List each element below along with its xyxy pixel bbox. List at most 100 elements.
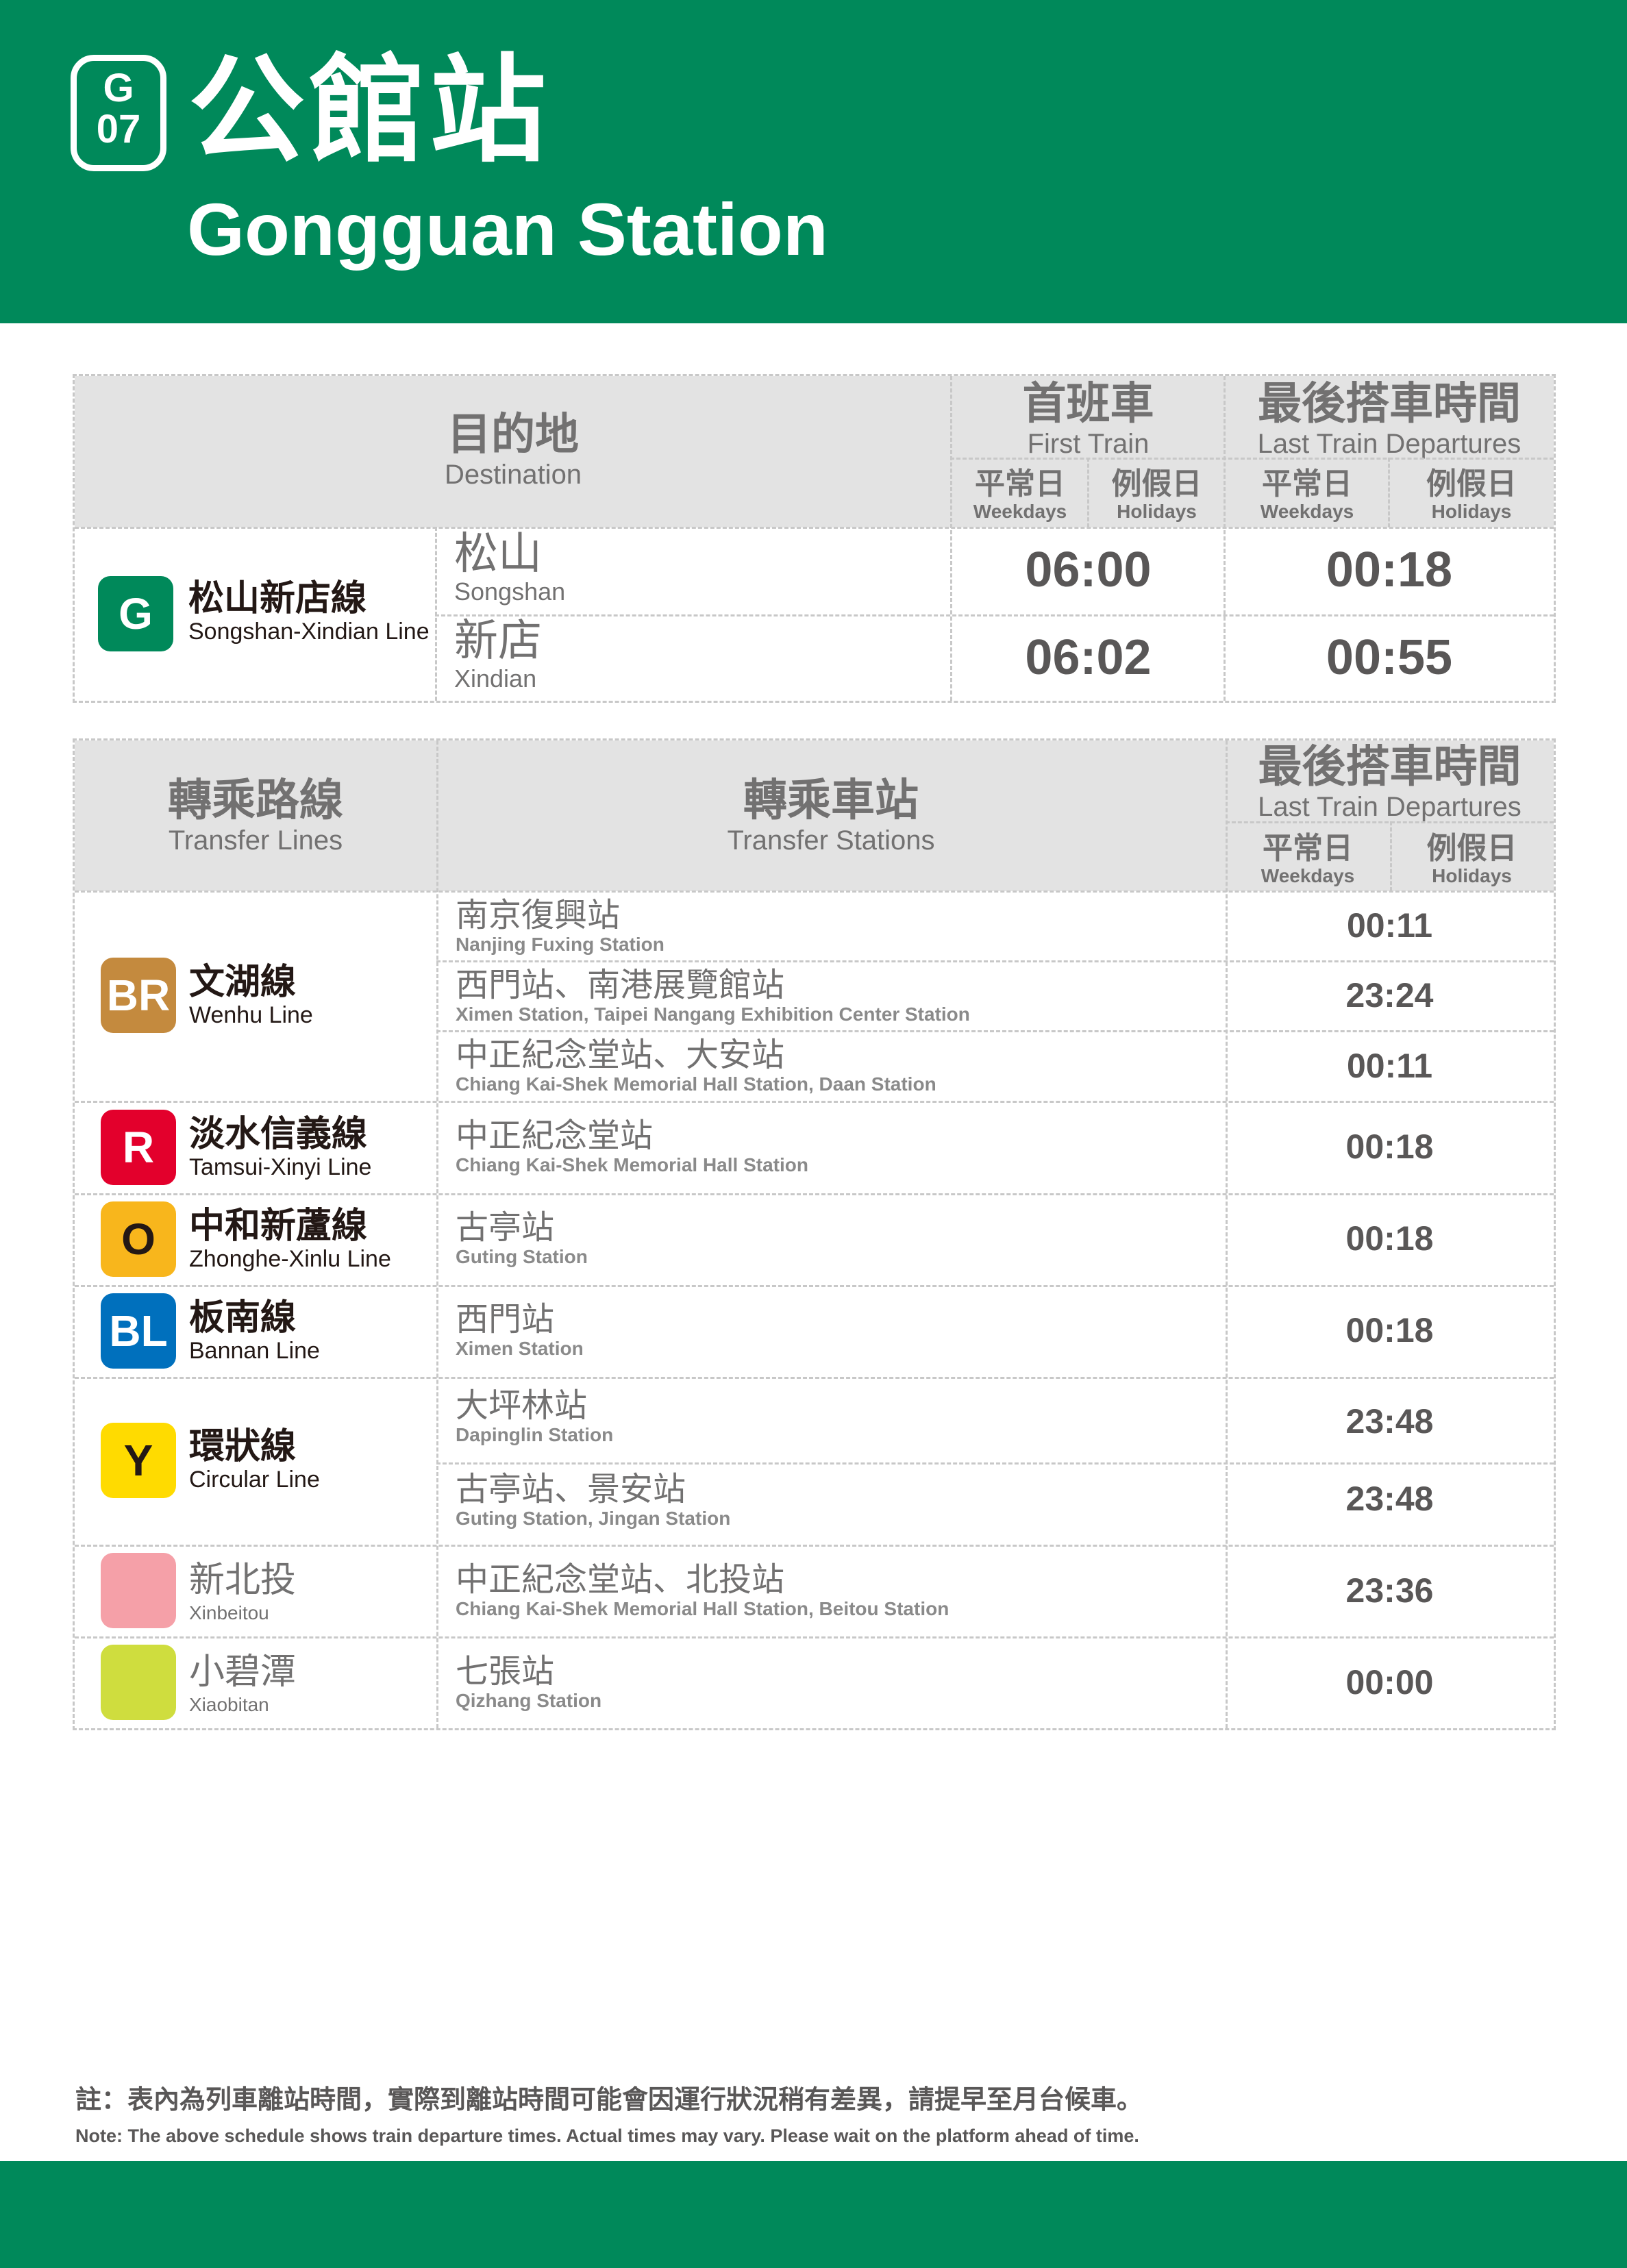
grid-line	[435, 614, 1554, 616]
last-holidays-en: Holidays	[1431, 501, 1512, 522]
transfer-holidays-zh: 例假日	[1426, 831, 1517, 866]
transfer-station-en: Nanjing Fuxing Station	[456, 934, 665, 955]
transfer-last-time: 00:18	[1345, 1311, 1434, 1349]
transfer-holidays-header: 例假日 Holidays	[1390, 832, 1554, 886]
transfer-station-en: Ximen Station, Taipei Nangang Exhibition…	[456, 1004, 970, 1025]
first-weekdays-header: 平常日 Weekdays	[952, 467, 1089, 522]
grid-line	[436, 960, 1554, 962]
transfer-station-zh: 中正紀念堂站、大安站	[456, 1036, 785, 1074]
transfer-lines-header: 轉乘路線 Transfer Lines	[75, 776, 436, 856]
transfer-station-zh: 中正紀念堂站、北投站	[456, 1560, 785, 1599]
grid-line	[75, 1545, 1554, 1547]
last-train-header-zh: 最後搭車時間	[1258, 379, 1521, 429]
last-weekdays-zh: 平常日	[1262, 466, 1352, 501]
transfer-last-time: 23:48	[1345, 1402, 1434, 1441]
grid-line	[436, 1462, 1554, 1465]
transfer-weekdays-zh: 平常日	[1263, 831, 1353, 866]
grid-line	[75, 890, 1554, 893]
transfer-station-en: Guting Station	[456, 1246, 588, 1267]
transfer-station-row: 南京復興站 Nanjing Fuxing Station	[456, 897, 665, 956]
transfer-station-en: Chiang Kai-Shek Memorial Hall Station, D…	[456, 1073, 936, 1095]
transfer-last-train-header: 最後搭車時間 Last Train Departures	[1226, 743, 1554, 822]
transfer-station-en: Chiang Kai-Shek Memorial Hall Station, B…	[456, 1598, 949, 1619]
station-code-badge: G 07	[71, 55, 166, 171]
line-name-zh: 中和新蘆線	[189, 1206, 368, 1247]
xiaobitan-line-name: 小碧潭 Xiaobitan	[189, 1652, 296, 1718]
last-holidays-zh: 例假日	[1426, 466, 1517, 501]
first-holidays-header: 例假日 Holidays	[1089, 467, 1225, 522]
circular-line-name: 環狀線 Circular Line	[189, 1427, 320, 1493]
transfer-station-zh: 古亭站、景安站	[456, 1470, 686, 1508]
transfer-station-row: 古亭站、景安站 Guting Station, Jingan Station	[456, 1471, 730, 1530]
transfer-last-time: 00:18	[1345, 1219, 1434, 1258]
transfer-stations-header-zh: 轉乘車站	[743, 775, 919, 826]
last-train-header-en: Last Train Departures	[1257, 429, 1522, 459]
first-train-header-zh: 首班車	[1022, 379, 1154, 429]
first-last-train-table: 目的地 Destination 首班車 First Train 最後搭車時間 L…	[73, 374, 1556, 703]
line-name-en: Xiaobitan	[189, 1694, 269, 1715]
transfer-lines-header-en: Transfer Lines	[168, 825, 343, 856]
transfer-weekdays-header: 平常日 Weekdays	[1226, 832, 1390, 886]
grid-line	[950, 458, 1554, 460]
line-name-zh: 板南線	[189, 1297, 297, 1338]
line-name-zh: 環狀線	[189, 1426, 297, 1467]
line-name-en: Circular Line	[189, 1467, 320, 1493]
schedule-note-zh: 註：表內為列車離站時間，實際到離站時間可能會因運行狀況稍有差異，請提早至月台候車…	[75, 2084, 1143, 2115]
transfer-station-zh: 大坪林站	[456, 1386, 588, 1425]
transfer-last-time: 00:00	[1345, 1663, 1434, 1702]
transfer-station-en: Guting Station, Jingan Station	[456, 1508, 731, 1529]
destination-en: Xindian	[454, 664, 537, 693]
transfer-station-zh: 西門站、南港展覽館站	[456, 966, 785, 1004]
last-train-time-1: 00:18	[1326, 543, 1453, 597]
tamsui-xinyi-line-name: 淡水信義線 Tamsui-Xinyi Line	[189, 1114, 371, 1180]
transfer-station-en: Qizhang Station	[456, 1690, 602, 1711]
g-line-name-en: Songshan-Xindian Line	[188, 619, 430, 645]
xinbeitou-line-name: 新北投 Xinbeitou	[189, 1560, 296, 1626]
destination-header-zh: 目的地	[447, 410, 579, 460]
grid-line	[75, 1636, 1554, 1638]
line-name-en: Tamsui-Xinyi Line	[189, 1154, 372, 1180]
transfer-last-time: 00:18	[1345, 1127, 1434, 1166]
line-badge-xiaobitan	[101, 1645, 176, 1720]
g-line-name: 松山新店線 Songshan-Xindian Line	[188, 579, 430, 645]
last-weekdays-header: 平常日 Weekdays	[1225, 467, 1389, 522]
line-badge-o: O	[101, 1201, 176, 1277]
line-badge-r: R	[101, 1110, 176, 1185]
transfer-last-time: 23:24	[1345, 976, 1434, 1014]
transfer-station-row: 古亭站 Guting Station	[456, 1209, 588, 1268]
transfer-stations-header: 轉乘車站 Transfer Stations	[436, 776, 1226, 856]
grid-line	[75, 1377, 1554, 1379]
transfer-weekdays-en: Weekdays	[1260, 865, 1355, 886]
station-line-number: 07	[96, 107, 141, 151]
line-name-en: Xinbeitou	[189, 1602, 269, 1623]
line-badge-g: G	[98, 576, 173, 651]
transfer-station-en: Ximen Station	[456, 1338, 584, 1359]
transfer-station-row: 西門站 Ximen Station	[456, 1301, 584, 1360]
line-name-zh: 文湖線	[189, 962, 297, 1003]
grid-line	[75, 1285, 1554, 1287]
transfer-last-train-header-zh: 最後搭車時間	[1258, 742, 1522, 793]
transfer-station-zh: 中正紀念堂站	[456, 1117, 654, 1155]
first-train-time-1: 06:00	[1025, 543, 1152, 597]
first-holidays-en: Holidays	[1117, 501, 1197, 522]
transfer-station-en: Chiang Kai-Shek Memorial Hall Station	[456, 1154, 808, 1175]
grid-line	[436, 740, 438, 1728]
transfer-station-row: 中正紀念堂站、大安站 Chiang Kai-Shek Memorial Hall…	[456, 1036, 936, 1095]
footer-bar	[0, 2161, 1627, 2268]
line-name-en: Zhonghe-Xinlu Line	[189, 1246, 391, 1272]
line-name-zh: 小碧潭	[189, 1652, 297, 1693]
line-name-en: Bannan Line	[189, 1338, 320, 1364]
schedule-note-en: Note: The above schedule shows train dep…	[75, 2126, 1139, 2146]
destination-en: Songshan	[454, 577, 566, 606]
transfer-last-train-header-en: Last Train Departures	[1258, 792, 1522, 822]
grid-line	[75, 527, 1554, 529]
grid-line	[1390, 821, 1392, 891]
transfer-last-time: 00:11	[1346, 906, 1433, 945]
line-badge-bl: BL	[101, 1293, 176, 1369]
first-holidays-zh: 例假日	[1111, 466, 1202, 501]
line-name-en: Wenhu Line	[189, 1002, 313, 1028]
zhonghe-xinlu-line-name: 中和新蘆線 Zhonghe-Xinlu Line	[189, 1206, 391, 1272]
transfer-station-row: 中正紀念堂站、北投站 Chiang Kai-Shek Memorial Hall…	[456, 1561, 949, 1620]
first-weekdays-en: Weekdays	[973, 501, 1067, 522]
grid-line	[1087, 458, 1089, 527]
